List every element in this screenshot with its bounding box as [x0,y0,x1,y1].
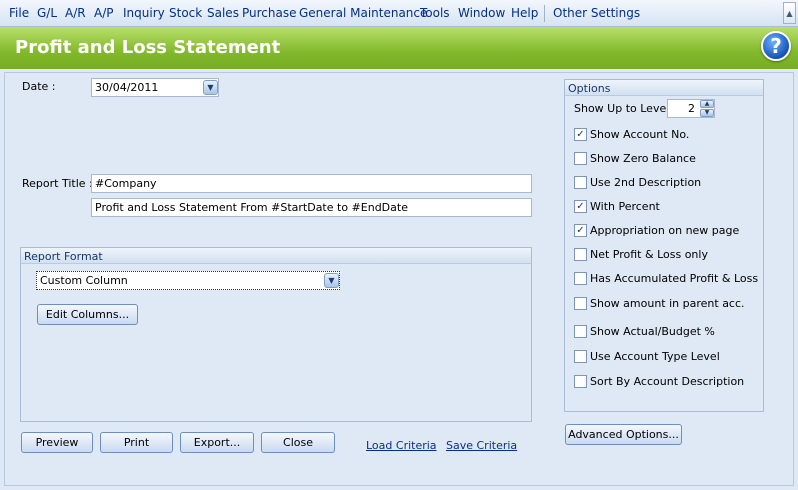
date-dropdown-chevron-icon[interactable]: ▼ [203,80,218,95]
menu-ap[interactable]: A/P [94,6,114,20]
date-value: 30/04/2011 [95,81,159,94]
close-button[interactable]: Close [261,432,335,453]
menu-ar[interactable]: A/R [65,6,86,20]
load-criteria-link[interactable]: Load Criteria [366,439,437,452]
show-up-to-level-value: 2 [688,102,695,115]
option-label: Use Account Type Level [590,350,720,363]
checkbox-icon[interactable] [574,248,587,261]
menu-purchase[interactable]: Purchase [242,6,297,20]
spin-up-icon[interactable]: ▲ [700,100,714,108]
export-button[interactable]: Export... [180,432,254,453]
question-mark-icon[interactable]: ? [761,31,791,61]
checkbox-icon[interactable] [574,176,587,189]
option-label: Appropriation on new page [590,224,740,237]
option-label: Use 2nd Description [590,176,702,189]
report-format-chevron-icon[interactable]: ▼ [324,273,339,288]
option-label: Net Profit & Loss only [590,248,708,261]
checkbox-icon[interactable] [574,350,587,363]
checkbox-icon[interactable]: ✓ [574,224,587,237]
menu-stock[interactable]: Stock [169,6,202,20]
menu-help[interactable]: Help [511,6,538,20]
show-up-to-level-label: Show Up to Level [574,102,670,115]
report-title-line1-input[interactable]: #Company [91,174,532,193]
report-format-heading: Report Format [21,248,531,264]
menu-tools[interactable]: Tools [420,6,450,20]
option-label: Show Account No. [590,128,690,141]
date-field[interactable]: 30/04/2011 [91,78,219,97]
print-button[interactable]: Print [100,432,173,453]
report-format-value: Custom Column [40,274,128,287]
date-label: Date : [22,80,56,93]
menu-scroll-icon[interactable]: ▲ [783,2,796,24]
menu-other-settings[interactable]: Other Settings [553,6,640,20]
option-label: Show Zero Balance [590,152,696,165]
menu-window[interactable]: Window [458,6,505,20]
menu-inquiry[interactable]: Inquiry [123,6,165,20]
checkbox-icon[interactable] [574,375,587,388]
save-criteria-link[interactable]: Save Criteria [446,439,517,452]
menu-general-maintenance[interactable]: General Maintenance [299,6,427,20]
menu-gl[interactable]: G/L [37,6,57,20]
menu-file[interactable]: File [9,6,29,20]
menu-separator [544,5,545,22]
option-label: Sort By Account Description [590,375,745,388]
option-label: Has Accumulated Profit & Loss [590,272,759,285]
advanced-options-button[interactable]: Advanced Options... [565,424,682,445]
checkbox-icon[interactable] [574,272,587,285]
checkbox-icon[interactable]: ✓ [574,200,587,213]
report-title-line2-input[interactable]: Profit and Loss Statement From #StartDat… [91,198,532,217]
options-heading: Options [565,80,763,96]
page-title: Profit and Loss Statement [15,37,281,58]
option-label: With Percent [590,200,660,213]
report-title-line1-value: #Company [95,177,157,190]
option-label: Show amount in parent acc. [590,297,745,310]
edit-columns-button[interactable]: Edit Columns... [37,304,138,325]
level-spinner[interactable]: ▲ ▼ [700,100,716,119]
report-title-line2-value: Profit and Loss Statement From #StartDat… [95,201,408,214]
spin-down-icon[interactable]: ▼ [700,109,714,117]
report-title-label: Report Title : [22,177,93,190]
option-label: Show Actual/Budget % [590,325,715,338]
menu-sales[interactable]: Sales [207,6,239,20]
menu-bar: File G/L A/R A/P Inquiry Stock Sales Pur… [0,0,798,27]
report-format-select[interactable]: Custom Column [36,271,340,290]
checkbox-icon[interactable]: ✓ [574,128,587,141]
preview-button[interactable]: Preview [21,432,93,453]
checkbox-icon[interactable] [574,297,587,310]
checkbox-icon[interactable] [574,152,587,165]
checkbox-icon[interactable] [574,325,587,338]
